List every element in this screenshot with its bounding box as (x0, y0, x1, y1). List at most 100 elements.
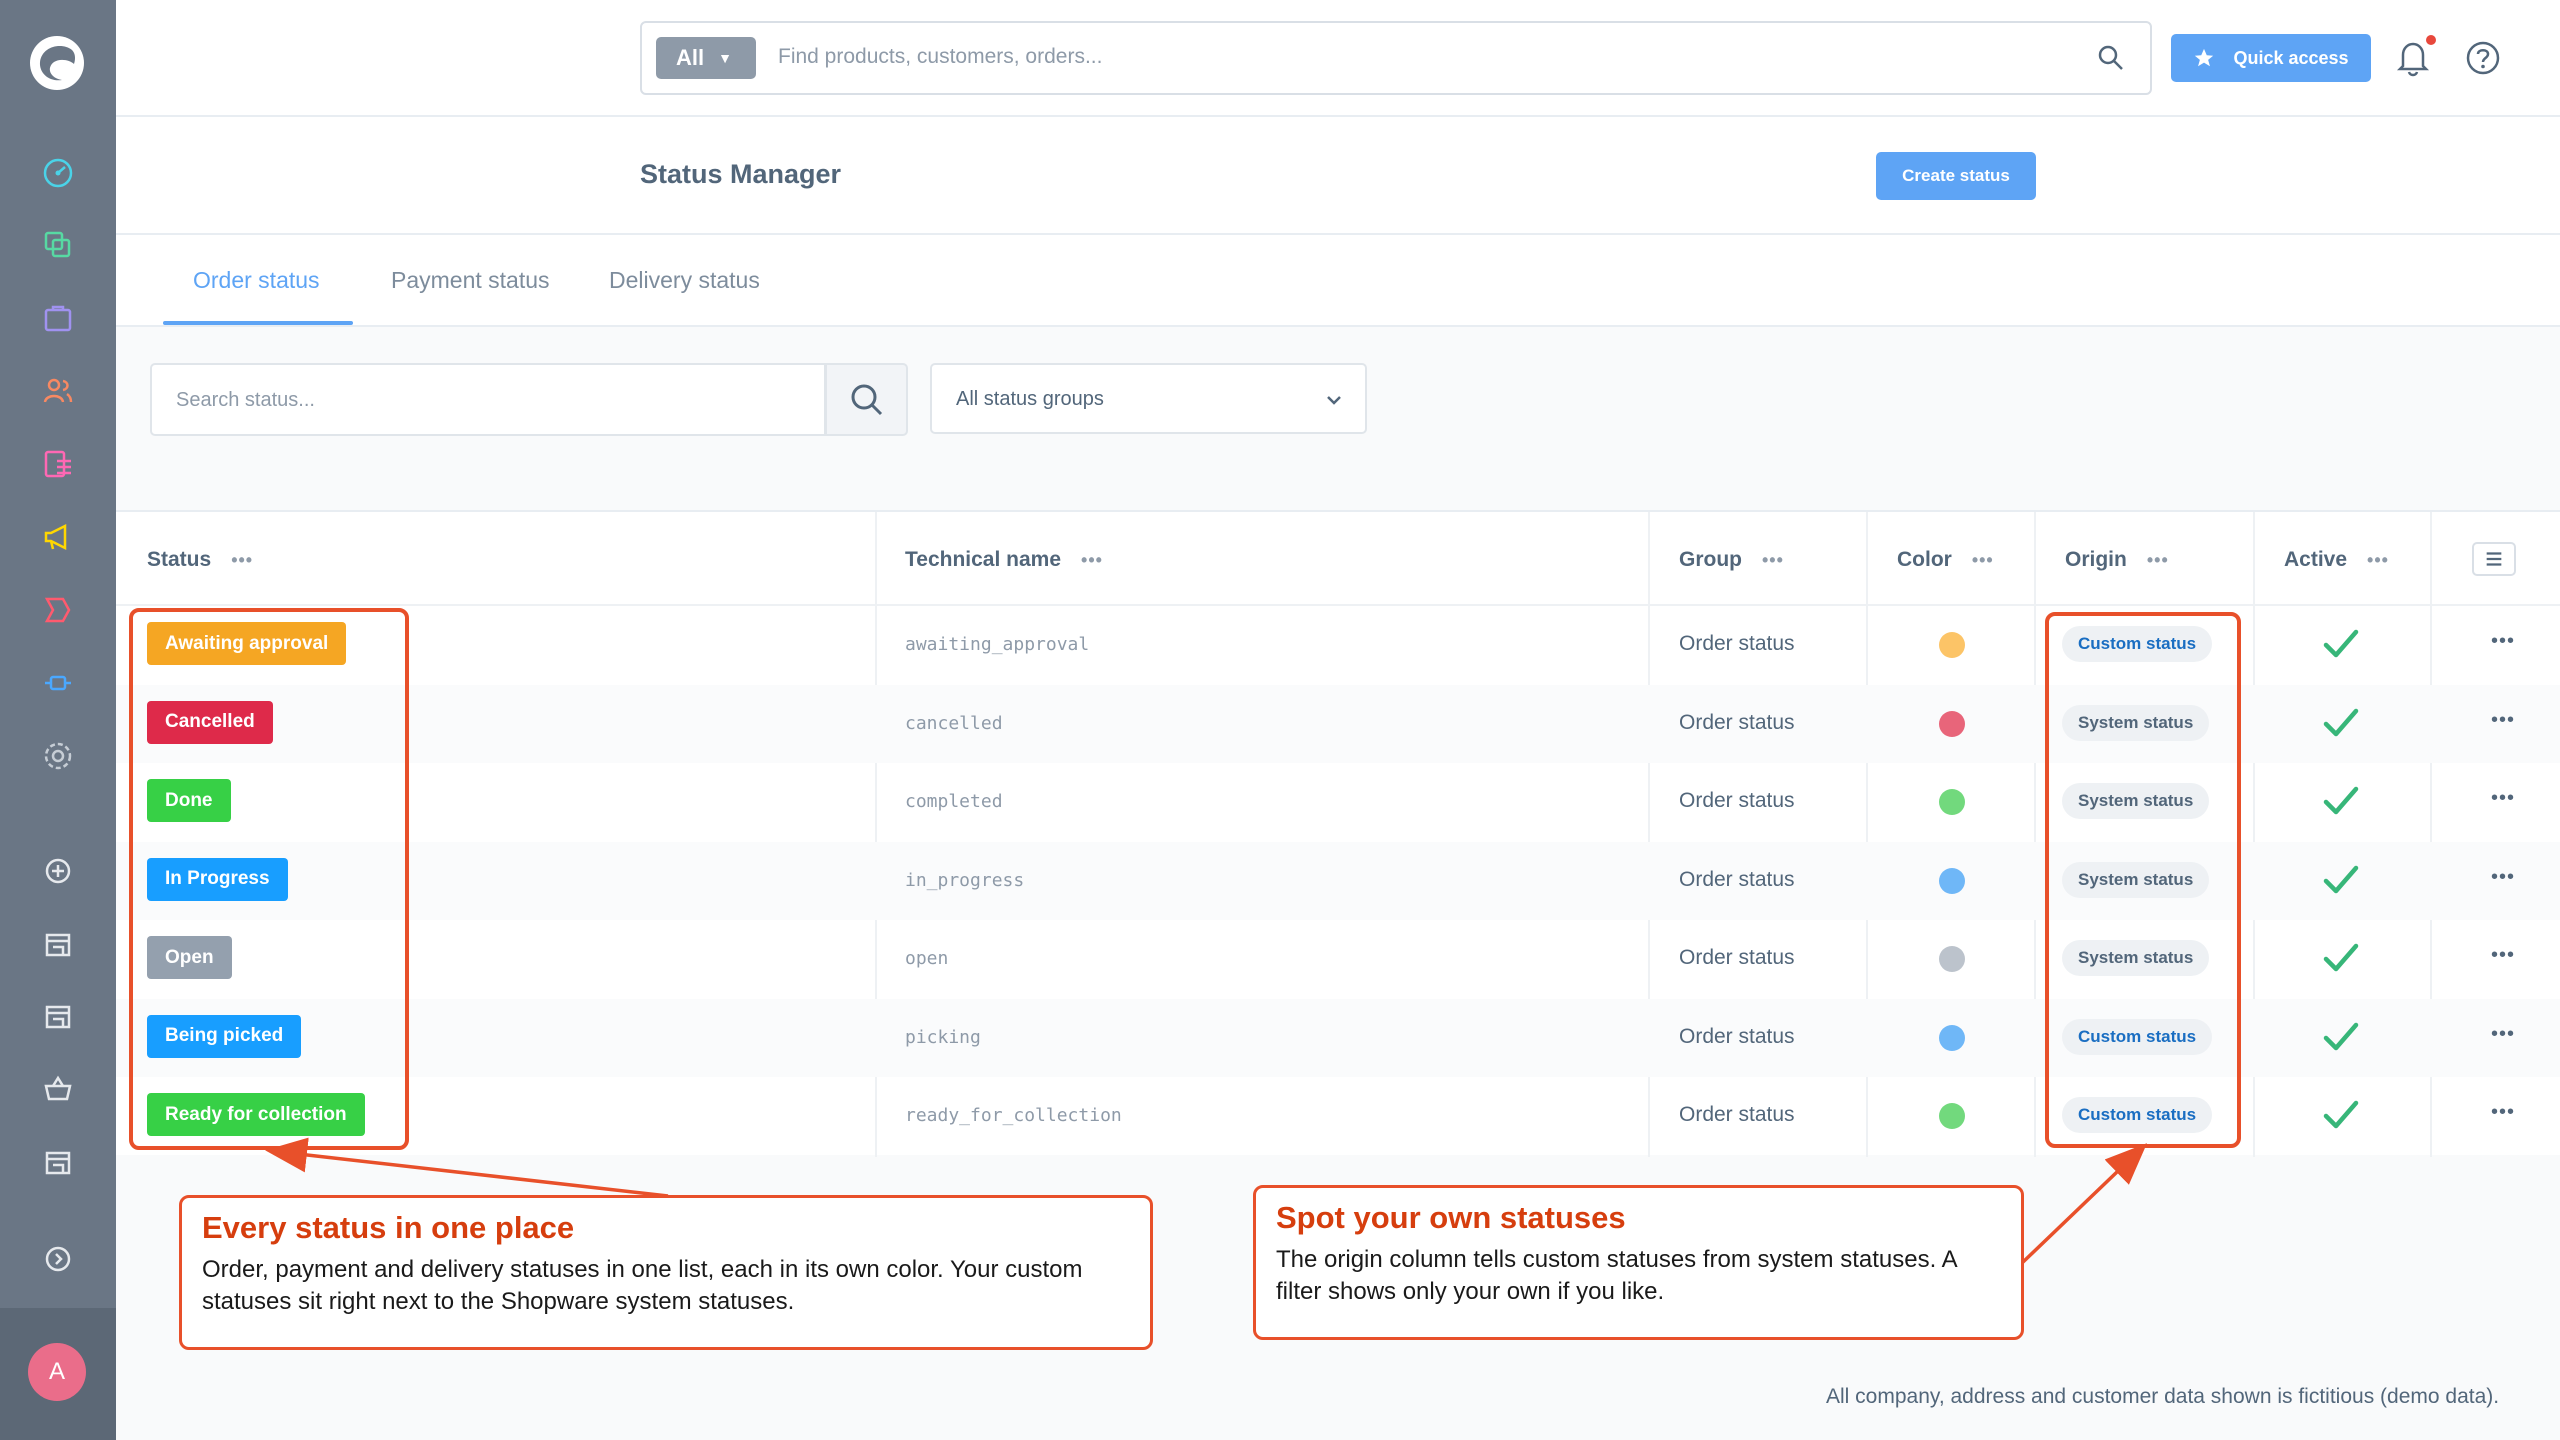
column-header-color[interactable]: Color ••• (1897, 548, 1994, 572)
chevron-down-icon: ▼ (718, 50, 732, 66)
origin-column-highlight (2045, 612, 2241, 1148)
technical-name: completed (905, 791, 1003, 812)
technical-name: cancelled (905, 712, 1003, 734)
page-header: Status Manager Create status (116, 117, 2560, 235)
topbar: All ▼ Find products, customers, orders..… (116, 0, 2560, 117)
check-icon (2323, 786, 2359, 815)
color-dot (1939, 632, 1965, 658)
color-dot (1939, 710, 1965, 737)
column-header-active[interactable]: Active ••• (2284, 548, 2389, 572)
marketing-icon[interactable] (38, 517, 78, 557)
check-icon (2323, 708, 2359, 736)
customers-icon[interactable] (38, 371, 78, 411)
row-actions-icon[interactable]: ••• (2491, 866, 2515, 889)
callout-text: Order, payment and delivery statuses in … (202, 1256, 1083, 1316)
status-group: Order status (1679, 789, 1795, 812)
column-menu-icon[interactable]: ••• (2147, 550, 2169, 571)
column-label: Status (147, 548, 212, 571)
column-header-origin[interactable]: Origin ••• (2065, 548, 2169, 572)
status-search-button[interactable] (825, 363, 908, 436)
column-menu-icon[interactable]: ••• (1081, 550, 1103, 571)
status-search-input[interactable]: Search status... (150, 363, 826, 436)
quick-access-label: Quick access (2233, 47, 2349, 68)
check-icon (2323, 943, 2359, 972)
column-menu-icon[interactable]: ••• (2367, 550, 2389, 571)
technical-name: ready_for_collection (905, 1105, 1122, 1126)
catalogue-icon[interactable] (38, 225, 78, 265)
sidebar: A (0, 0, 116, 1440)
column-header-status[interactable]: Status ••• (147, 548, 253, 572)
row-actions-icon[interactable]: ••• (2491, 1023, 2515, 1046)
tab-payment-status[interactable]: Payment status (391, 267, 550, 294)
technical-name: awaiting_approval (905, 634, 1090, 655)
storefront-icon[interactable] (38, 1142, 78, 1182)
color-dot (1939, 867, 1965, 894)
global-search-input[interactable]: Find products, customers, orders... (778, 45, 1102, 69)
color-dot (1939, 789, 1965, 815)
settings-icon[interactable] (38, 663, 78, 703)
search-icon[interactable] (2096, 43, 2126, 73)
color-dot (1939, 1024, 1965, 1051)
gear-icon[interactable] (38, 736, 78, 776)
row-actions-icon[interactable]: ••• (2491, 944, 2515, 967)
status-group: Order status (1679, 946, 1795, 969)
status-group: Order status (1679, 1024, 1795, 1048)
page-title: Status Manager (640, 159, 842, 189)
star-icon (2195, 48, 2214, 67)
column-settings-button[interactable] (2472, 542, 2516, 576)
technical-name: picking (905, 1026, 981, 1048)
basket-icon[interactable] (38, 1069, 78, 1109)
status-group: Order status (1679, 632, 1795, 655)
demo-data-footnote: All company, address and customer data s… (1826, 1385, 2500, 1408)
menu-icon (2486, 552, 2502, 566)
status-group-value: All status groups (956, 388, 1104, 410)
callout-title: Every status in one place (202, 1210, 575, 1245)
search-type-select[interactable]: All ▼ (656, 37, 756, 79)
callout-text: The origin column tells custom statuses … (1276, 1246, 1957, 1306)
notification-dot (2426, 35, 2436, 45)
headless-icon[interactable] (38, 996, 78, 1036)
status-group: Order status (1679, 710, 1795, 734)
column-header-group[interactable]: Group ••• (1679, 548, 1784, 572)
row-actions-icon[interactable]: ••• (2491, 1101, 2515, 1124)
column-menu-icon[interactable]: ••• (1972, 550, 1994, 571)
status-group-select[interactable]: All status groups (930, 363, 1367, 434)
row-actions-icon[interactable]: ••• (2491, 787, 2515, 810)
column-label: Technical name (905, 548, 1062, 571)
avatar[interactable]: A (28, 1343, 86, 1401)
color-dot (1939, 1103, 1965, 1129)
tab-delivery-status[interactable]: Delivery status (609, 267, 760, 294)
chevron-circle-icon[interactable] (38, 1239, 78, 1279)
callout-own-statuses: Spot your own statuses The origin column… (1253, 1185, 2024, 1340)
check-icon (2323, 629, 2359, 658)
shopware-logo[interactable] (28, 34, 86, 92)
status-group: Order status (1679, 867, 1795, 891)
quick-access-button[interactable]: Quick access (2171, 34, 2371, 82)
row-actions-icon[interactable]: ••• (2491, 709, 2515, 732)
dashboard-icon[interactable] (38, 153, 78, 193)
add-channel-icon[interactable] (38, 851, 78, 891)
column-label: Color (1897, 548, 1952, 571)
content-icon[interactable] (38, 444, 78, 484)
color-dot (1939, 946, 1965, 972)
callout-title: Spot your own statuses (1276, 1200, 1626, 1235)
help-icon[interactable] (2464, 39, 2502, 77)
column-menu-icon[interactable]: ••• (1762, 550, 1784, 571)
check-icon (2323, 1100, 2359, 1129)
column-label: Active (2284, 548, 2348, 571)
row-actions-icon[interactable]: ••• (2491, 630, 2515, 653)
column-menu-icon[interactable]: ••• (231, 550, 253, 571)
tab-order-status[interactable]: Order status (193, 267, 320, 294)
create-status-button[interactable]: Create status (1876, 152, 2036, 200)
global-search[interactable]: All ▼ Find products, customers, orders..… (640, 21, 2152, 95)
active-tab-indicator (163, 321, 353, 325)
status-tabs: Order status Payment status Delivery sta… (116, 235, 2560, 327)
callout-every-status: Every status in one place Order, payment… (179, 1195, 1153, 1350)
check-icon (2323, 865, 2359, 893)
column-header-technical-name[interactable]: Technical name ••• (905, 548, 1103, 572)
storefront-icon[interactable] (38, 924, 78, 964)
orders-icon[interactable] (38, 298, 78, 338)
extensions-icon[interactable] (38, 590, 78, 630)
search-icon (851, 384, 882, 415)
status-group: Order status (1679, 1103, 1795, 1126)
